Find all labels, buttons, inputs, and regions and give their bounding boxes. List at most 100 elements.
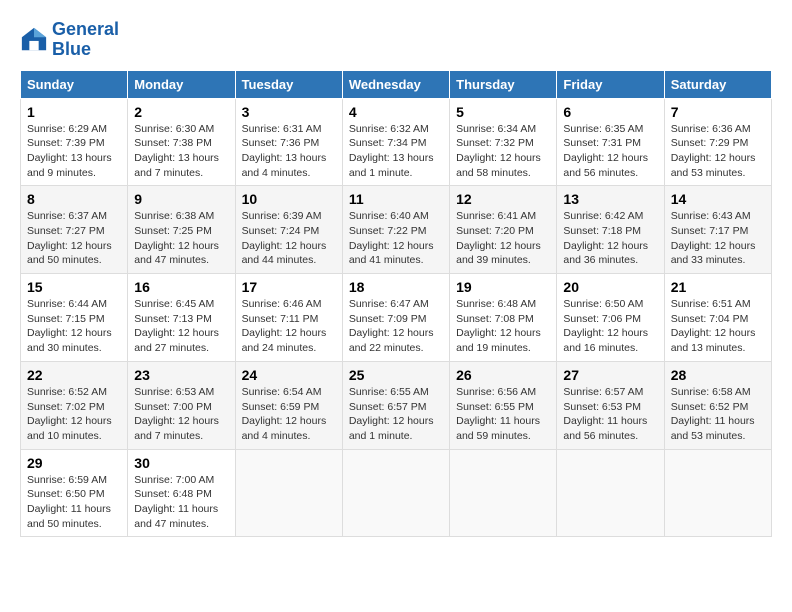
calendar-cell: 20 Sunrise: 6:50 AM Sunset: 7:06 PM Dayl…	[557, 274, 664, 362]
day-number: 15	[27, 279, 121, 295]
calendar-cell: 13 Sunrise: 6:42 AM Sunset: 7:18 PM Dayl…	[557, 186, 664, 274]
calendar-cell	[342, 449, 449, 537]
day-number: 13	[563, 191, 657, 207]
day-info: Sunrise: 6:41 AM Sunset: 7:20 PM Dayligh…	[456, 209, 550, 268]
day-info: Sunrise: 6:50 AM Sunset: 7:06 PM Dayligh…	[563, 297, 657, 356]
day-info: Sunrise: 6:51 AM Sunset: 7:04 PM Dayligh…	[671, 297, 765, 356]
day-info: Sunrise: 6:37 AM Sunset: 7:27 PM Dayligh…	[27, 209, 121, 268]
day-info: Sunrise: 6:36 AM Sunset: 7:29 PM Dayligh…	[671, 122, 765, 181]
day-info: Sunrise: 6:59 AM Sunset: 6:50 PM Dayligh…	[27, 473, 121, 532]
day-info: Sunrise: 6:38 AM Sunset: 7:25 PM Dayligh…	[134, 209, 228, 268]
calendar-cell: 27 Sunrise: 6:57 AM Sunset: 6:53 PM Dayl…	[557, 361, 664, 449]
day-info: Sunrise: 6:30 AM Sunset: 7:38 PM Dayligh…	[134, 122, 228, 181]
day-number: 17	[242, 279, 336, 295]
day-info: Sunrise: 6:47 AM Sunset: 7:09 PM Dayligh…	[349, 297, 443, 356]
day-number: 3	[242, 104, 336, 120]
calendar-cell: 15 Sunrise: 6:44 AM Sunset: 7:15 PM Dayl…	[21, 274, 128, 362]
calendar-cell: 30 Sunrise: 7:00 AM Sunset: 6:48 PM Dayl…	[128, 449, 235, 537]
day-info: Sunrise: 6:32 AM Sunset: 7:34 PM Dayligh…	[349, 122, 443, 181]
day-number: 28	[671, 367, 765, 383]
day-number: 11	[349, 191, 443, 207]
column-header-friday: Friday	[557, 70, 664, 98]
day-number: 29	[27, 455, 121, 471]
day-info: Sunrise: 6:42 AM Sunset: 7:18 PM Dayligh…	[563, 209, 657, 268]
day-number: 2	[134, 104, 228, 120]
day-number: 26	[456, 367, 550, 383]
day-info: Sunrise: 6:48 AM Sunset: 7:08 PM Dayligh…	[456, 297, 550, 356]
day-info: Sunrise: 6:35 AM Sunset: 7:31 PM Dayligh…	[563, 122, 657, 181]
day-number: 1	[27, 104, 121, 120]
day-info: Sunrise: 7:00 AM Sunset: 6:48 PM Dayligh…	[134, 473, 228, 532]
day-number: 20	[563, 279, 657, 295]
page-header: General Blue	[20, 20, 772, 60]
calendar-cell: 17 Sunrise: 6:46 AM Sunset: 7:11 PM Dayl…	[235, 274, 342, 362]
column-header-monday: Monday	[128, 70, 235, 98]
day-number: 4	[349, 104, 443, 120]
day-number: 25	[349, 367, 443, 383]
calendar-cell: 11 Sunrise: 6:40 AM Sunset: 7:22 PM Dayl…	[342, 186, 449, 274]
day-info: Sunrise: 6:39 AM Sunset: 7:24 PM Dayligh…	[242, 209, 336, 268]
day-info: Sunrise: 6:52 AM Sunset: 7:02 PM Dayligh…	[27, 385, 121, 444]
calendar-week-row: 22 Sunrise: 6:52 AM Sunset: 7:02 PM Dayl…	[21, 361, 772, 449]
day-number: 19	[456, 279, 550, 295]
day-info: Sunrise: 6:56 AM Sunset: 6:55 PM Dayligh…	[456, 385, 550, 444]
calendar-cell: 23 Sunrise: 6:53 AM Sunset: 7:00 PM Dayl…	[128, 361, 235, 449]
day-number: 5	[456, 104, 550, 120]
calendar-cell	[557, 449, 664, 537]
day-number: 8	[27, 191, 121, 207]
calendar-cell: 3 Sunrise: 6:31 AM Sunset: 7:36 PM Dayli…	[235, 98, 342, 186]
calendar-week-row: 8 Sunrise: 6:37 AM Sunset: 7:27 PM Dayli…	[21, 186, 772, 274]
column-header-wednesday: Wednesday	[342, 70, 449, 98]
day-number: 22	[27, 367, 121, 383]
calendar-cell: 2 Sunrise: 6:30 AM Sunset: 7:38 PM Dayli…	[128, 98, 235, 186]
column-header-thursday: Thursday	[450, 70, 557, 98]
day-info: Sunrise: 6:31 AM Sunset: 7:36 PM Dayligh…	[242, 122, 336, 181]
calendar-week-row: 15 Sunrise: 6:44 AM Sunset: 7:15 PM Dayl…	[21, 274, 772, 362]
day-number: 23	[134, 367, 228, 383]
calendar-cell: 14 Sunrise: 6:43 AM Sunset: 7:17 PM Dayl…	[664, 186, 771, 274]
calendar-cell: 7 Sunrise: 6:36 AM Sunset: 7:29 PM Dayli…	[664, 98, 771, 186]
day-info: Sunrise: 6:54 AM Sunset: 6:59 PM Dayligh…	[242, 385, 336, 444]
calendar-cell: 22 Sunrise: 6:52 AM Sunset: 7:02 PM Dayl…	[21, 361, 128, 449]
calendar-cell: 9 Sunrise: 6:38 AM Sunset: 7:25 PM Dayli…	[128, 186, 235, 274]
calendar-cell	[450, 449, 557, 537]
calendar-cell: 4 Sunrise: 6:32 AM Sunset: 7:34 PM Dayli…	[342, 98, 449, 186]
calendar-cell: 1 Sunrise: 6:29 AM Sunset: 7:39 PM Dayli…	[21, 98, 128, 186]
calendar-cell: 16 Sunrise: 6:45 AM Sunset: 7:13 PM Dayl…	[128, 274, 235, 362]
calendar-header-row: SundayMondayTuesdayWednesdayThursdayFrid…	[21, 70, 772, 98]
calendar-cell: 18 Sunrise: 6:47 AM Sunset: 7:09 PM Dayl…	[342, 274, 449, 362]
day-info: Sunrise: 6:34 AM Sunset: 7:32 PM Dayligh…	[456, 122, 550, 181]
day-number: 18	[349, 279, 443, 295]
day-number: 6	[563, 104, 657, 120]
day-number: 14	[671, 191, 765, 207]
calendar-week-row: 1 Sunrise: 6:29 AM Sunset: 7:39 PM Dayli…	[21, 98, 772, 186]
calendar-cell: 29 Sunrise: 6:59 AM Sunset: 6:50 PM Dayl…	[21, 449, 128, 537]
calendar-cell: 6 Sunrise: 6:35 AM Sunset: 7:31 PM Dayli…	[557, 98, 664, 186]
day-info: Sunrise: 6:29 AM Sunset: 7:39 PM Dayligh…	[27, 122, 121, 181]
day-number: 30	[134, 455, 228, 471]
logo-icon	[20, 26, 48, 54]
calendar-cell: 19 Sunrise: 6:48 AM Sunset: 7:08 PM Dayl…	[450, 274, 557, 362]
day-info: Sunrise: 6:45 AM Sunset: 7:13 PM Dayligh…	[134, 297, 228, 356]
day-number: 10	[242, 191, 336, 207]
day-number: 24	[242, 367, 336, 383]
calendar-cell: 25 Sunrise: 6:55 AM Sunset: 6:57 PM Dayl…	[342, 361, 449, 449]
calendar-table: SundayMondayTuesdayWednesdayThursdayFrid…	[20, 70, 772, 538]
calendar-cell: 21 Sunrise: 6:51 AM Sunset: 7:04 PM Dayl…	[664, 274, 771, 362]
calendar-cell: 8 Sunrise: 6:37 AM Sunset: 7:27 PM Dayli…	[21, 186, 128, 274]
calendar-cell	[664, 449, 771, 537]
calendar-cell	[235, 449, 342, 537]
column-header-tuesday: Tuesday	[235, 70, 342, 98]
calendar-cell: 12 Sunrise: 6:41 AM Sunset: 7:20 PM Dayl…	[450, 186, 557, 274]
day-info: Sunrise: 6:46 AM Sunset: 7:11 PM Dayligh…	[242, 297, 336, 356]
calendar-cell: 24 Sunrise: 6:54 AM Sunset: 6:59 PM Dayl…	[235, 361, 342, 449]
day-number: 12	[456, 191, 550, 207]
day-number: 9	[134, 191, 228, 207]
day-number: 7	[671, 104, 765, 120]
column-header-saturday: Saturday	[664, 70, 771, 98]
logo-text: General Blue	[52, 20, 119, 60]
day-info: Sunrise: 6:57 AM Sunset: 6:53 PM Dayligh…	[563, 385, 657, 444]
day-number: 16	[134, 279, 228, 295]
day-number: 27	[563, 367, 657, 383]
calendar-cell: 28 Sunrise: 6:58 AM Sunset: 6:52 PM Dayl…	[664, 361, 771, 449]
